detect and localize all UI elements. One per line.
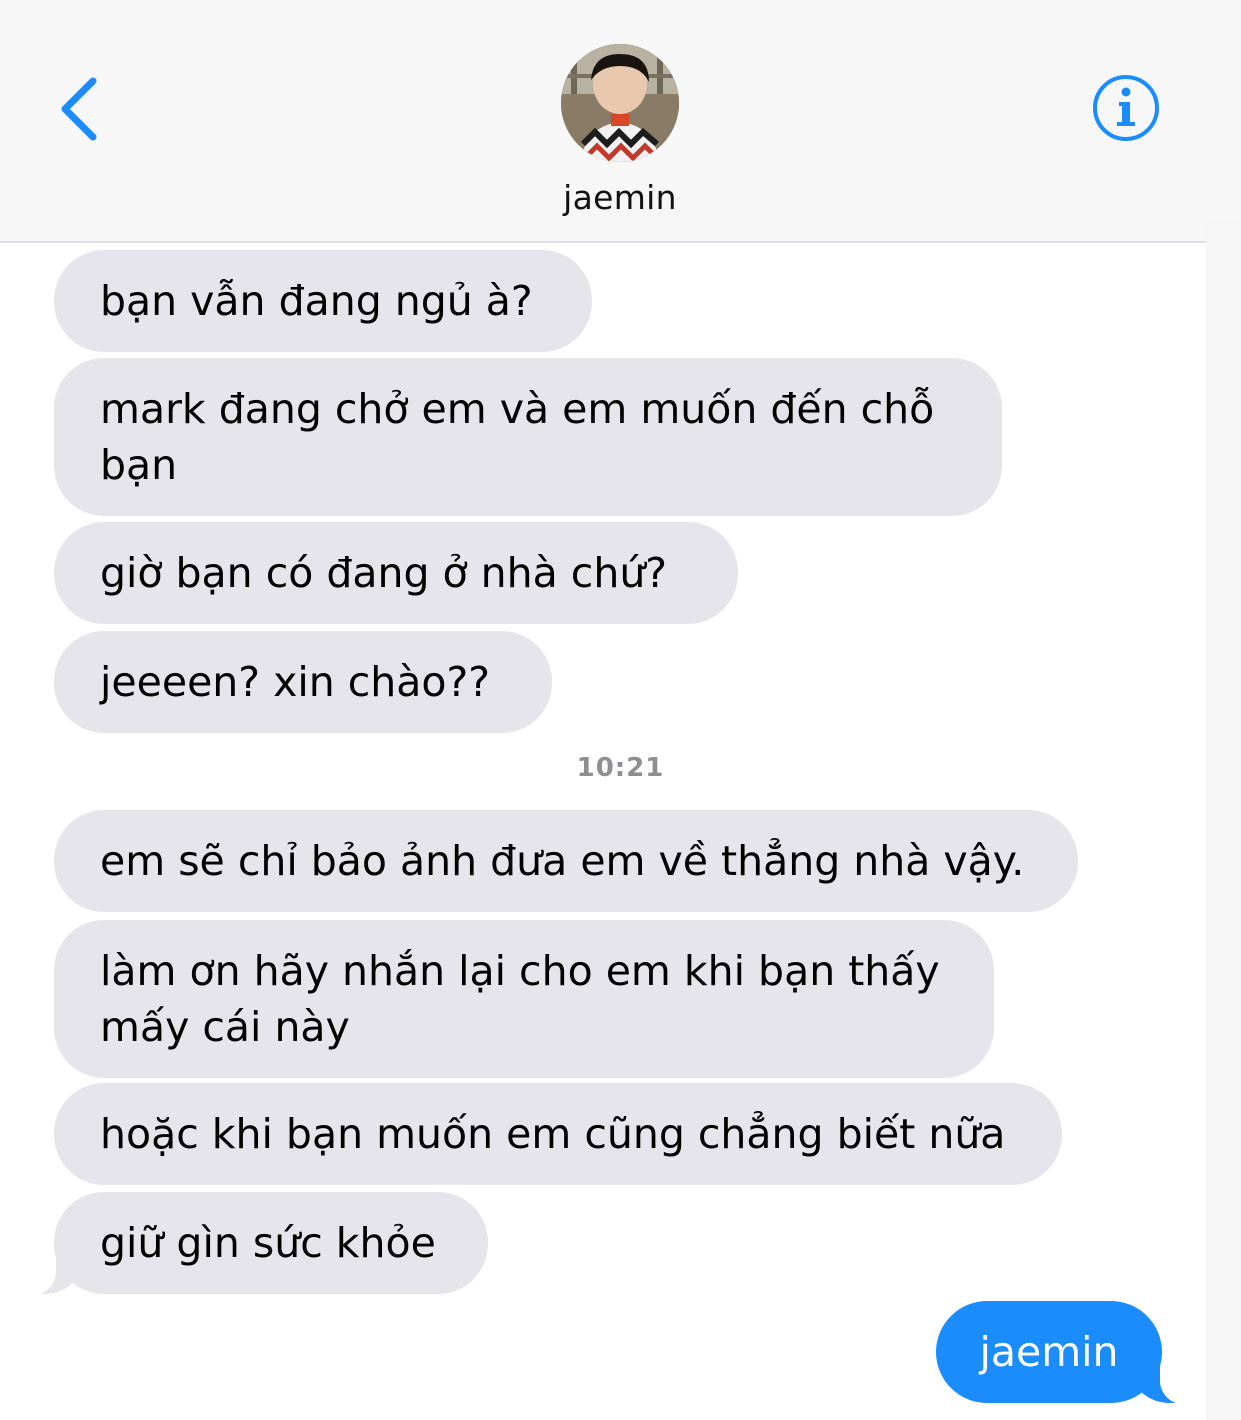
avatar[interactable] xyxy=(561,44,679,162)
received-message[interactable]: hoặc khi bạn muốn em cũng chẳng biết nữa xyxy=(54,1083,1062,1185)
message-thread: bạn vẫn đang ngủ à? mark đang chở em và … xyxy=(0,245,1241,1420)
received-message[interactable]: giữ gìn sức khỏe xyxy=(20,1192,488,1296)
received-message[interactable]: giờ bạn có đang ở nhà chứ? xyxy=(54,522,738,624)
received-message[interactable]: em sẽ chỉ bảo ảnh đưa em về thẳng nhà vậ… xyxy=(54,810,1078,912)
contact-name[interactable]: jaemin xyxy=(563,178,677,217)
conversation-header: jaemin xyxy=(0,0,1241,243)
info-button[interactable] xyxy=(1090,72,1162,144)
message-text: giữ gìn sức khỏe xyxy=(100,1219,436,1267)
timestamp: 10:21 xyxy=(576,753,665,783)
back-button[interactable] xyxy=(44,64,114,154)
received-message[interactable]: jeeeen? xin chào?? xyxy=(54,631,552,733)
received-message[interactable]: làm ơn hãy nhắn lại cho em khi bạn thấy … xyxy=(54,920,994,1078)
info-circle-icon xyxy=(1093,75,1159,141)
chevron-left-icon xyxy=(61,77,97,141)
received-message[interactable]: bạn vẫn đang ngủ à? xyxy=(54,250,592,352)
message-text: jaemin xyxy=(979,1328,1119,1376)
sent-message[interactable]: jaemin xyxy=(936,1301,1196,1405)
contact-info[interactable]: jaemin xyxy=(520,44,720,224)
received-message[interactable]: mark đang chở em và em muốn đến chỗ bạn xyxy=(54,358,1002,516)
